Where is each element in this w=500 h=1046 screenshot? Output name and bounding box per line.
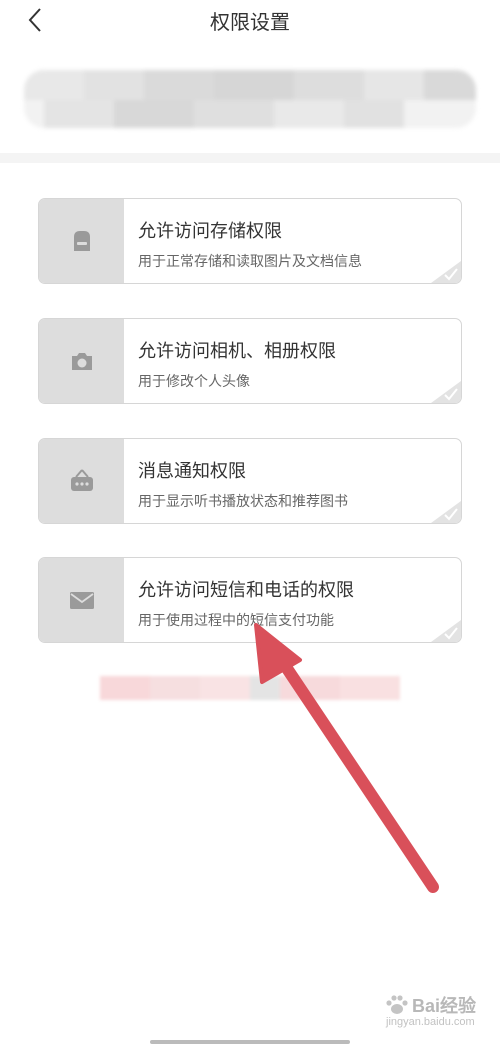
- permission-card-notification[interactable]: 消息通知权限 用于显示听书播放状态和推荐图书: [38, 438, 462, 524]
- permission-desc: 用于显示听书播放状态和推荐图书: [138, 494, 348, 510]
- header: 权限设置: [0, 0, 500, 44]
- icon-box: [39, 558, 124, 642]
- permission-title: 允许访问相机、相册权限: [138, 341, 336, 362]
- home-indicator[interactable]: [150, 1040, 350, 1044]
- camera-icon: [71, 353, 92, 370]
- permission-desc: 用于使用过程中的短信支付功能: [138, 613, 334, 629]
- permission-card-camera[interactable]: 允许访问相机、相册权限 用于修改个人头像: [38, 318, 462, 404]
- icon-box: [39, 439, 124, 523]
- check-mark-icon: [431, 501, 461, 523]
- permission-title: 允许访问存储权限: [138, 221, 282, 242]
- watermark: Bai经验 jingyan.baidu.com: [382, 992, 492, 1032]
- mail-icon: [69, 592, 94, 609]
- permission-card-storage[interactable]: 允许访问存储权限 用于正常存储和读取图片及文档信息: [38, 198, 462, 284]
- icon-box: [39, 319, 124, 403]
- paw-logo-icon: [386, 995, 408, 1014]
- check-mark-icon: [431, 620, 461, 642]
- permission-title: 消息通知权限: [138, 461, 246, 482]
- notification-icon: [70, 469, 93, 491]
- watermark-url: jingyan.baidu.com: [386, 1016, 475, 1028]
- watermark-brand: Bai经验: [412, 996, 477, 1016]
- section-divider: [0, 153, 500, 163]
- permission-desc: 用于修改个人头像: [138, 374, 250, 390]
- check-mark-icon: [431, 381, 461, 403]
- storage-icon: [73, 231, 90, 251]
- check-mark-icon: [431, 261, 461, 283]
- permission-card-sms[interactable]: 允许访问短信和电话的权限 用于使用过程中的短信支付功能: [38, 557, 462, 643]
- obscured-banner: [24, 70, 476, 128]
- permission-title: 允许访问短信和电话的权限: [138, 580, 354, 601]
- page-title: 权限设置: [210, 10, 290, 34]
- permission-desc: 用于正常存储和读取图片及文档信息: [138, 254, 362, 270]
- obscured-link[interactable]: [100, 676, 400, 700]
- icon-box: [39, 199, 124, 283]
